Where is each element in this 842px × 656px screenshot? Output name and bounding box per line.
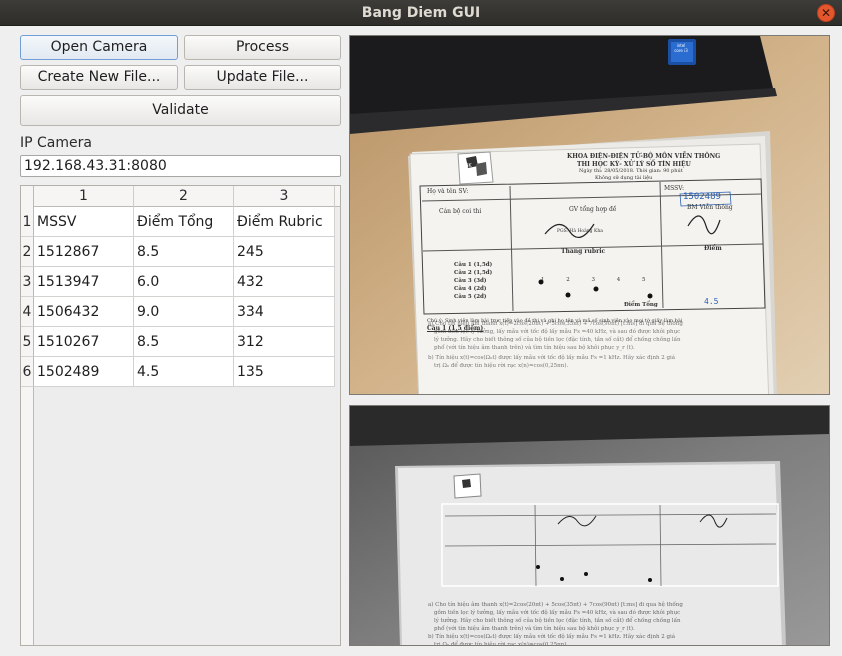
doc-q1-line: b) Tín hiệu x(t)=cos(Ω₀t) được lấy mẫu v…	[428, 353, 676, 361]
row-header[interactable]: 6	[21, 357, 34, 387]
table-cell[interactable]: 432	[234, 267, 335, 297]
scores-table[interactable]: 1 2 3 1 MSSV Điểm Tổng Điểm Rubric 2 151…	[20, 185, 341, 646]
row-header[interactable]: 1	[21, 207, 34, 237]
table-cell[interactable]: 8.5	[134, 327, 234, 357]
table-cell[interactable]: 312	[234, 327, 335, 357]
doc-q1-line: a) Cho tín hiệu âm thanh x(t)=2cos(20πt)…	[428, 320, 683, 327]
table-cell[interactable]: 245	[234, 237, 335, 267]
table-cell[interactable]: 4.5	[134, 357, 234, 387]
row-header[interactable]: 2	[21, 237, 34, 267]
ip-camera-input[interactable]: 192.168.43.31:8080	[20, 155, 341, 177]
table-corner[interactable]	[21, 186, 34, 207]
open-camera-button[interactable]: Open Camera	[20, 35, 178, 60]
table-cell[interactable]: 1506432	[34, 297, 134, 327]
camera-feed-image: a) Cho tín hiệu âm thanh x(t)=2cos(20πt)…	[349, 35, 830, 395]
doc-q1-line: phổ (với tín hiệu âm thanh trên) và tìm …	[434, 344, 635, 351]
validate-button[interactable]: Validate	[20, 95, 341, 126]
table-cell[interactable]: 1502489	[34, 357, 134, 387]
process-button[interactable]: Process	[184, 35, 341, 60]
doc-q1-line: a) Cho tín hiệu âm thanh x(t)=2cos(20πt)…	[428, 601, 683, 608]
column-header[interactable]: 1	[34, 186, 134, 207]
column-header[interactable]: 3	[234, 186, 335, 207]
doc-q1-line: trị Ω₀ để được tín hiệu rời rạc x(n)=cos…	[434, 641, 568, 646]
processed-photo: a) Cho tín hiệu âm thanh x(t)=2cos(20πt)…	[350, 406, 829, 646]
doc-q1-line: b) Tín hiệu x(t)=cos(Ω₀t) được lấy mẫu v…	[428, 632, 676, 640]
column-header[interactable]: 2	[134, 186, 234, 207]
update-file-button[interactable]: Update File...	[184, 65, 341, 90]
table-cell[interactable]: 135	[234, 357, 335, 387]
doc-q1-line: phổ (với tín hiệu âm thanh trên) và tìm …	[434, 625, 635, 632]
table-cell[interactable]: 1512867	[34, 237, 134, 267]
table-cell[interactable]: Điểm Rubric	[234, 207, 335, 237]
doc-q1-line: lý tưởng. Hãy cho biết thông số của bộ t…	[434, 335, 681, 343]
doc-q1-line: trị Ω₀ để được tín hiệu rời rạc x(n)=cos…	[434, 362, 568, 369]
table-cell[interactable]: 6.0	[134, 267, 234, 297]
processed-image: a) Cho tín hiệu âm thanh x(t)=2cos(20πt)…	[349, 405, 830, 646]
close-window-button[interactable]: ✕	[817, 4, 835, 22]
create-new-file-button[interactable]: Create New File...	[20, 65, 178, 90]
table-cell[interactable]: Điểm Tổng	[134, 207, 234, 237]
table-cell[interactable]: 1513947	[34, 267, 134, 297]
table-cell[interactable]: 1510267	[34, 327, 134, 357]
table-cell[interactable]: MSSV	[34, 207, 134, 237]
table-cell[interactable]: 334	[234, 297, 335, 327]
table-column-header-row: 1 2 3	[21, 186, 340, 207]
table-cell[interactable]: 9.0	[134, 297, 234, 327]
window-title: Bang Diem GUI	[361, 5, 481, 21]
doc-q1-line: gồm tiền lọc lý tưởng, lấy mẫu với tốc đ…	[434, 327, 680, 335]
row-header[interactable]: 3	[21, 267, 34, 297]
row-header[interactable]: 5	[21, 327, 34, 357]
doc-q1-line: gồm tiền lọc lý tưởng, lấy mẫu với tốc đ…	[434, 608, 680, 616]
doc-q1-line: lý tưởng. Hãy cho biết thông số của bộ t…	[434, 616, 681, 624]
ip-camera-label: IP Camera	[20, 135, 92, 151]
table-cell[interactable]: 8.5	[134, 237, 234, 267]
title-bar: Bang Diem GUI ✕	[0, 0, 842, 26]
camera-feed-photo: a) Cho tín hiệu âm thanh x(t)=2cos(20πt)…	[350, 36, 829, 394]
row-header-gutter	[21, 387, 34, 645]
row-header[interactable]: 4	[21, 297, 34, 327]
close-icon: ✕	[820, 6, 832, 20]
